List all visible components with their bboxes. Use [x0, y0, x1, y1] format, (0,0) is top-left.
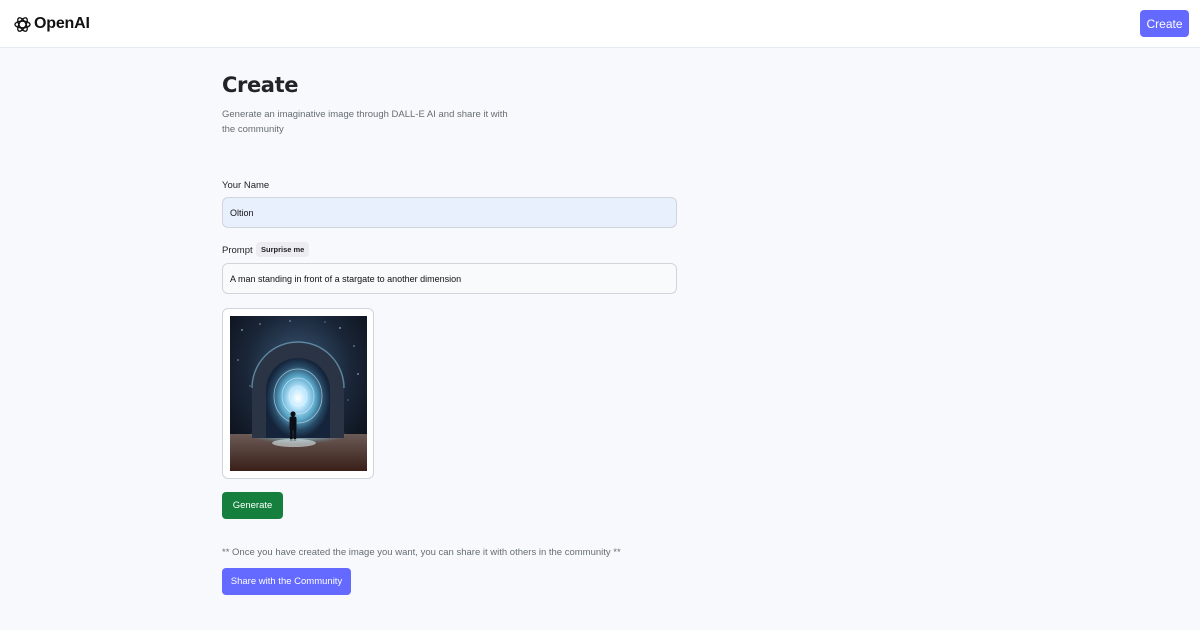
name-field-label: Your Name — [222, 180, 270, 191]
openai-logo-icon — [14, 16, 31, 32]
share-instructions: ** Once you have created the image you w… — [222, 547, 621, 558]
share-with-community-button[interactable]: Share with the Community — [222, 568, 351, 595]
page-subtitle: Generate an imaginative image through DA… — [222, 109, 508, 135]
page-title: Create — [222, 73, 299, 97]
name-input-value: Oltion — [230, 207, 254, 218]
prompt-input-value: A man standing in front of a stargate to… — [230, 273, 462, 284]
name-input[interactable]: Oltion — [222, 197, 677, 228]
brand-name: OpenAI — [34, 15, 90, 32]
top-navbar: OpenAI Create — [0, 0, 1200, 48]
prompt-field-label: Prompt — [222, 245, 253, 256]
prompt-input[interactable]: A man standing in front of a stargate to… — [222, 263, 677, 294]
generated-image — [230, 316, 367, 471]
create-nav-button[interactable]: Create — [1140, 10, 1189, 37]
brand-logo-link[interactable]: OpenAI — [13, 13, 90, 35]
image-preview-frame — [222, 308, 374, 479]
generate-button[interactable]: Generate — [222, 492, 283, 519]
surprise-me-button[interactable]: Surprise me — [256, 242, 310, 257]
